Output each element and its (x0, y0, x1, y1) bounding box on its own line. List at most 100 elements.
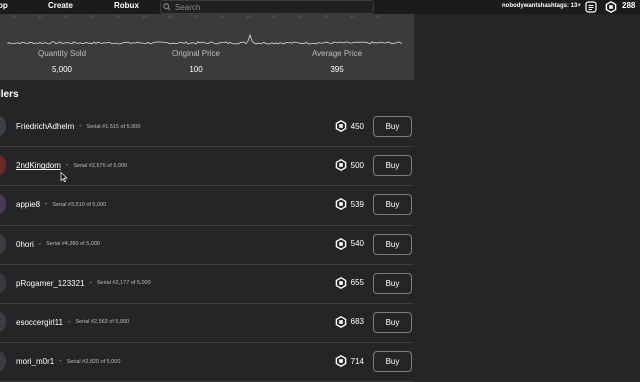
stat-quantity-sold: Quantity Sold 5,000 (2, 49, 122, 74)
stat-label: Original Price (171, 49, 220, 58)
avatar[interactable] (0, 116, 6, 136)
buy-button[interactable]: Buy (373, 351, 412, 373)
seller-name[interactable]: appie8 (16, 200, 40, 209)
chart-tick-label: 22 (324, 14, 329, 19)
chart-tick-label: 17 (194, 14, 199, 19)
price-tag: 450 (335, 120, 364, 132)
seller-name[interactable]: 0hori (16, 240, 34, 249)
separator: - (79, 123, 82, 130)
stat-average-price: Average Price 395 (277, 49, 397, 74)
price-tag: 500 (335, 159, 364, 172)
price-tag: 540 (335, 237, 364, 250)
reseller-row: esoccergirl11 - Serial #2,563 of 5,000 6… (0, 304, 414, 344)
avatar[interactable] (0, 194, 6, 215)
serial-number: Serial #1,515 of 5,000 (86, 123, 141, 130)
resellers-list: FriedrichAdhelm - Serial #1,515 of 5,000… (0, 108, 414, 382)
seller-info: appie8 - Serial #3,510 of 5,000 (16, 200, 106, 209)
username-label[interactable]: nobodywantshashtags: 13+ (502, 3, 581, 9)
robux-balance[interactable]: 288 (622, 1, 635, 10)
robux-icon[interactable] (604, 0, 617, 13)
seller-name[interactable]: mori_m0r1 (16, 357, 54, 366)
price-value: 655 (350, 278, 364, 288)
chart-tick-label: 11 (38, 14, 43, 19)
search-box[interactable] (160, 0, 374, 14)
chart-tick-label: 21 (298, 14, 303, 19)
reseller-row: FriedrichAdhelm - Serial #1,515 of 5,000… (0, 108, 414, 148)
price-value: 714 (350, 356, 364, 366)
serial-number: Serial #2,676 of 5,000 (73, 162, 128, 169)
chart-tick-label: 12 (64, 14, 69, 19)
buy-button[interactable]: Buy (373, 194, 412, 216)
nav-link-shop[interactable]: op (0, 1, 8, 10)
stat-value: 5,000 (51, 65, 73, 74)
reseller-row: mori_m0r1 - Serial #2,820 of 5,000 714 B… (0, 343, 414, 382)
chart-tick-label: 16 (168, 14, 173, 19)
chart-tick-label: 14 (116, 14, 121, 19)
stat-value: 100 (189, 65, 203, 74)
mouse-cursor-icon (60, 172, 68, 182)
avatar[interactable] (0, 351, 6, 372)
price-chart (7, 33, 403, 45)
buy-button[interactable]: Buy (373, 155, 412, 177)
separator: - (38, 240, 42, 248)
stat-value: 395 (330, 65, 344, 74)
stat-original-price: Original Price 100 (136, 49, 256, 74)
robux-icon (335, 159, 346, 172)
stat-label: Quantity Sold (37, 49, 87, 58)
robux-icon (335, 315, 346, 328)
seller-info: esoccergirl11 - Serial #2,563 of 5,000 (16, 318, 129, 327)
seller-info: 2ndKingdom - Serial #2,676 of 5,000 (16, 161, 127, 170)
price-value: 540 (350, 239, 364, 249)
buy-button[interactable]: Buy (373, 233, 412, 255)
avatar[interactable] (0, 311, 6, 332)
top-navigation: op Create Robux nobodywantshashtags: 13+… (0, 0, 640, 14)
robux-icon (335, 120, 346, 132)
robux-icon (335, 276, 346, 289)
price-value: 683 (350, 317, 364, 327)
chart-tick-label: 23 (350, 14, 355, 19)
price-chart-panel: 10 11 12 13 14 15 16 17 18 19 20 21 22 23 24 Quantity … (0, 14, 414, 80)
chart-tick-labels: 10 11 12 13 14 15 16 17 18 19 20 21 22 23 24 (0, 14, 414, 22)
buy-button[interactable]: Buy (373, 116, 412, 137)
separator: - (67, 318, 71, 326)
avatar[interactable] (0, 233, 6, 254)
avatar[interactable] (0, 155, 6, 176)
resellers-heading: llers (0, 89, 19, 100)
chart-tick-label: 15 (142, 14, 147, 19)
reseller-row: appie8 - Serial #3,510 of 5,000 539 Buy (0, 186, 414, 226)
serial-number: Serial #2,563 of 5,000 (75, 319, 130, 326)
seller-name[interactable]: 2ndKingdom (16, 161, 61, 170)
separator: - (65, 162, 69, 170)
seller-info: FriedrichAdhelm - Serial #1,515 of 5,000 (16, 122, 140, 131)
serial-number: Serial #3,510 of 5,000 (52, 201, 107, 208)
robux-icon (335, 355, 346, 368)
price-value: 450 (350, 121, 364, 131)
nav-link-robux[interactable]: Robux (114, 1, 139, 10)
chart-tick-label: 18 (220, 14, 225, 19)
seller-info: mori_m0r1 - Serial #2,820 of 5,000 (16, 357, 120, 366)
reseller-row: 0hori - Serial #4,280 of 5,000 540 Buy (0, 226, 414, 265)
search-input[interactable] (173, 2, 367, 12)
seller-name[interactable]: FriedrichAdhelm (16, 122, 74, 131)
chart-tick-label: 24 (376, 14, 381, 19)
separator: - (59, 358, 62, 366)
price-tag: 655 (335, 276, 364, 289)
seller-info: pRogamer_123321 - Serial #2,177 of 5,000 (16, 279, 151, 288)
stat-label: Average Price (311, 49, 363, 58)
buy-button[interactable]: Buy (373, 272, 412, 294)
reseller-row: pRogamer_123321 - Serial #2,177 of 5,000… (0, 265, 414, 304)
robux-icon (335, 237, 346, 250)
search-icon (161, 1, 173, 13)
robux-icon (335, 198, 346, 211)
notifications-icon[interactable] (584, 0, 597, 13)
avatar[interactable] (0, 272, 6, 293)
nav-link-create[interactable]: Create (48, 1, 73, 10)
separator: - (89, 279, 92, 287)
chart-line (7, 33, 403, 45)
buy-button[interactable]: Buy (373, 311, 412, 333)
seller-name[interactable]: pRogamer_123321 (16, 279, 85, 288)
price-tag: 683 (335, 315, 364, 328)
seller-name[interactable]: esoccergirl11 (16, 318, 63, 327)
price-tag: 539 (335, 198, 364, 211)
price-tag: 714 (335, 355, 364, 368)
